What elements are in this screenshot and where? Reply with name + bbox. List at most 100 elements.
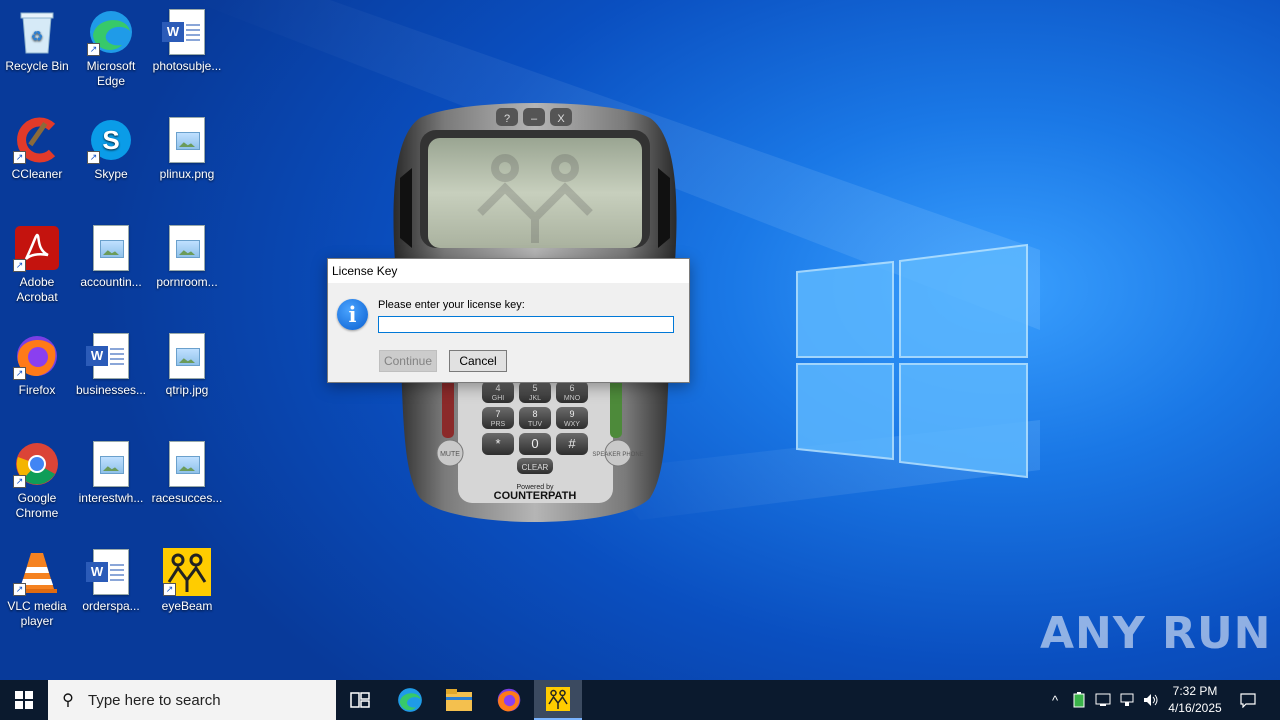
acrobat-icon: ↗ [13,224,61,272]
license-key-input[interactable] [378,316,674,333]
desktop-icon-edge[interactable]: ↗ Microsoft Edge [74,8,148,89]
battery-tray-icon[interactable] [1068,680,1090,720]
desktop-icon-accountin[interactable]: accountin... [74,224,148,290]
ccleaner-icon: ↗ [13,116,61,164]
taskbar-clock[interactable]: 7:32 PM 4/16/2025 [1160,683,1230,717]
desktop-icon-label: CCleaner [11,167,63,181]
shortcut-arrow-icon: ↗ [13,367,26,380]
taskbar-search-box[interactable]: ⚲ Type here to search [48,680,336,720]
keypad-key-letters: MNO [564,395,581,402]
windows-logo-wallpaper [796,243,1028,479]
task-view-button[interactable] [336,680,384,720]
shortcut-arrow-icon: ↗ [13,259,26,272]
desktop-icon-plinux[interactable]: plinux.png [150,116,224,182]
device-tray-icon[interactable] [1092,680,1114,720]
speaker-volume-slider [610,378,622,438]
desktop-icon-label: pornroom... [156,275,218,289]
keypad-key-letters: JKL [529,395,541,402]
keypad-key-letters: WXY [564,421,580,428]
desktop-icon-firefox[interactable]: ↗ Firefox [0,332,74,398]
svg-text:SPEAKER PHONE: SPEAKER PHONE [592,452,643,458]
taskbar-eyebeam[interactable] [534,680,582,720]
svg-text:S: S [102,125,119,155]
desktop-icon-interestwh[interactable]: interestwh... [74,440,148,506]
desktop-icon-ccleaner[interactable]: ↗ CCleaner [0,116,74,182]
keypad-key-letters: PRS [491,421,506,428]
desktop-icon-label: orderspa... [82,599,140,613]
word-document-icon: W [86,332,135,380]
skype-icon: S ↗ [87,116,135,164]
shortcut-arrow-icon: ↗ [163,583,176,596]
svg-text:CLEAR: CLEAR [522,463,549,472]
desktop-icon-label: Firefox [18,383,56,397]
cancel-button[interactable]: Cancel [449,350,507,372]
firefox-icon [497,688,521,712]
shortcut-arrow-icon: ↗ [87,43,100,56]
svg-text:MUTE: MUTE [440,451,460,458]
desktop-icon-pornroom[interactable]: pornroom... [150,224,224,290]
svg-text:COUNTERPATH: COUNTERPATH [494,490,577,502]
anyrun-watermark: ANY RUN [1040,608,1272,659]
edge-icon: ↗ [87,8,135,56]
keypad-key-number: 0 [531,436,538,451]
word-document-icon: W [86,548,135,596]
task-view-icon [350,692,370,708]
eyebeam-icon [546,687,570,711]
svg-text:?: ? [504,113,510,125]
image-file-icon [163,224,211,272]
taskbar-edge[interactable] [386,680,434,720]
desktop-icon-eyebeam[interactable]: ↗ eyeBeam [150,548,224,614]
desktop-icon-label: Skype [94,167,128,181]
taskbar-file-explorer[interactable] [435,680,483,720]
desktop-icon-businesses[interactable]: W businesses... [74,332,148,398]
desktop-icon-qtrip[interactable]: qtrip.jpg [150,332,224,398]
desktop-icon-racesucces[interactable]: racesucces... [150,440,224,506]
desktop-icon-google-chrome[interactable]: ↗ Google Chrome [0,440,74,521]
desktop-icon-orderspa[interactable]: W orderspa... [74,548,148,614]
volume-icon[interactable] [1140,680,1162,720]
chrome-icon: ↗ [13,440,61,488]
keypad-key-number: # [568,436,576,451]
desktop-icon-photosubje[interactable]: W photosubje... [150,8,224,74]
word-document-icon: W [162,8,211,56]
keypad-key-letters: GHI [492,395,505,402]
taskbar-firefox[interactable] [485,680,533,720]
keypad-key-letters: TUV [528,421,542,428]
desktop-icon-label: eyeBeam [161,599,213,613]
desktop-icon-vlc[interactable]: ↗ VLC media player [0,548,74,629]
desktop-icon-label: Microsoft Edge [86,59,136,88]
desktop-icon-label: Adobe Acrobat [16,275,58,304]
desktop-icon-recycle-bin[interactable]: ♻ Recycle Bin [0,8,74,74]
recycle-bin-icon: ♻ [13,8,61,56]
start-button[interactable] [0,680,48,720]
license-key-dialog: License Key i Please enter your license … [327,258,690,383]
image-file-icon [87,224,135,272]
taskbar: ⚲ Type here to search ^ 7:32 PM 4/16/202… [0,680,1280,720]
image-file-icon [87,440,135,488]
keypad-key-number: 4 [495,383,500,393]
continue-button[interactable]: Continue [379,350,437,372]
search-placeholder: Type here to search [88,691,221,709]
desktop-icon-skype[interactable]: S ↗ Skype [74,116,148,182]
desktop-icon-label: qtrip.jpg [165,383,209,397]
clock-date: 4/16/2025 [1168,701,1222,715]
svg-text:X: X [557,113,565,125]
desktop-icon-label: photosubje... [152,59,222,73]
notification-center-icon[interactable] [1236,680,1260,720]
keypad-key-number: 8 [532,409,537,419]
desktop-icon-label: interestwh... [78,491,144,505]
dialog-prompt: Please enter your license key: [378,299,525,311]
dialog-title: License Key [328,259,689,283]
shortcut-arrow-icon: ↗ [13,583,26,596]
keypad-key-number: 6 [569,383,574,393]
desktop-icon-label: racesucces... [151,491,223,505]
keypad-key-number: 7 [495,409,500,419]
desktop-icon-adobe-acrobat[interactable]: ↗ Adobe Acrobat [0,224,74,305]
network-icon[interactable] [1116,680,1138,720]
clock-time: 7:32 PM [1172,684,1218,698]
show-hidden-icons-chevron-icon[interactable]: ^ [1044,680,1066,720]
shortcut-arrow-icon: ↗ [87,151,100,164]
shortcut-arrow-icon: ↗ [13,475,26,488]
image-file-icon [163,116,211,164]
desktop-icon-label: accountin... [80,275,142,289]
